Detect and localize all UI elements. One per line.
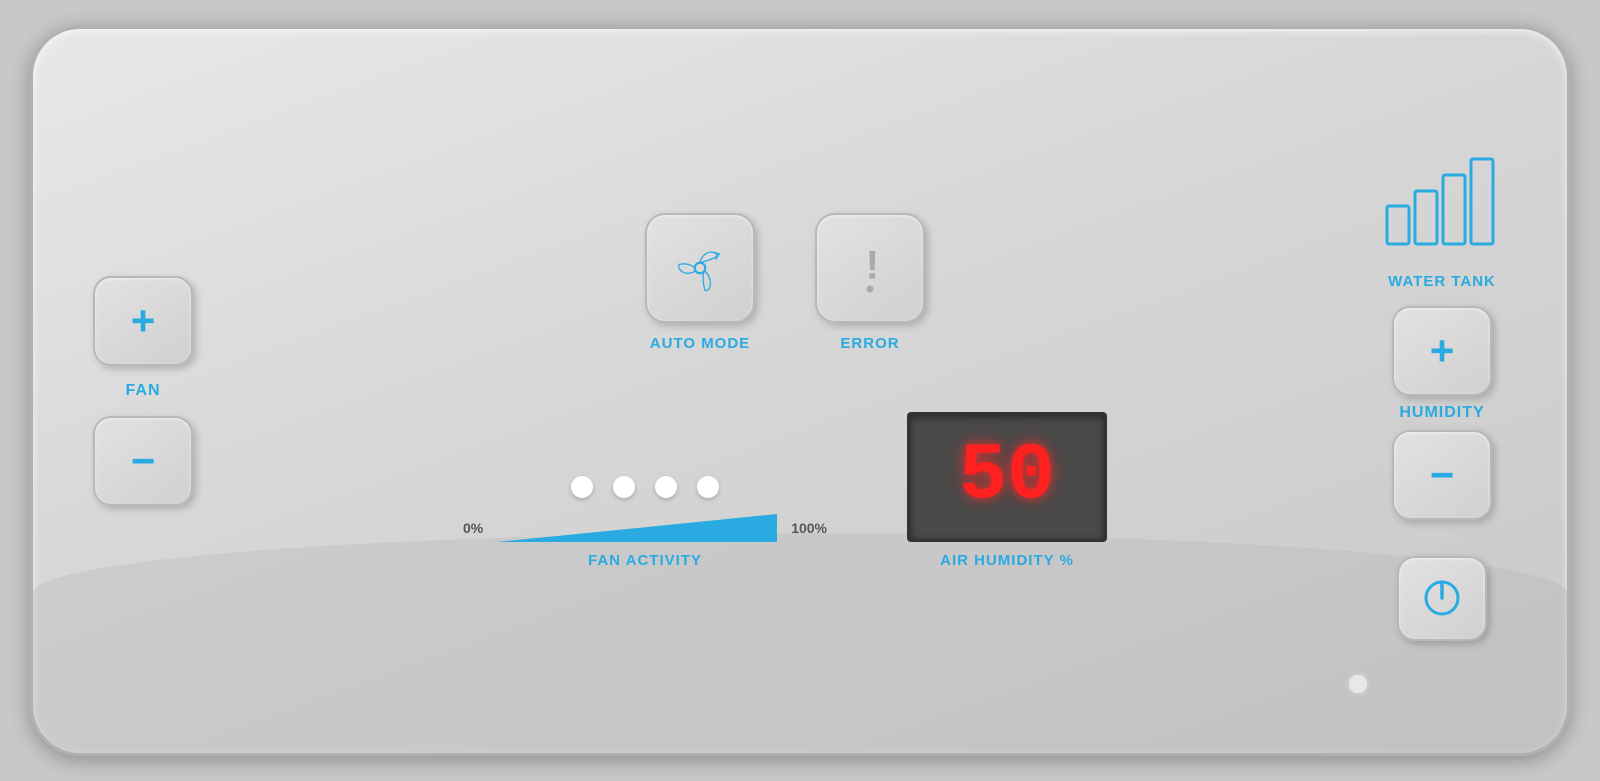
fan-bar-container: 0% 100% xyxy=(463,514,827,542)
humidity-value: 50 xyxy=(959,437,1055,517)
humidity-plus-button[interactable]: + xyxy=(1392,306,1492,396)
water-tank-icon xyxy=(1377,141,1507,261)
auto-mode-label: AUTO MODE xyxy=(650,335,750,352)
water-tank-section: WATER TANK xyxy=(1377,141,1507,290)
svg-text:!: ! xyxy=(866,242,879,287)
fan-icon xyxy=(665,233,735,303)
fan-plus-button[interactable]: + xyxy=(93,276,193,366)
power-button[interactable] xyxy=(1397,556,1487,641)
error-icon: ! xyxy=(815,213,925,323)
fan-bar-min: 0% xyxy=(463,520,483,536)
right-section: WATER TANK + HUMIDITY − xyxy=(1377,141,1507,641)
water-tank-label: WATER TANK xyxy=(1388,273,1496,290)
power-icon xyxy=(1419,575,1465,621)
exclamation-icon: ! xyxy=(835,233,905,303)
center-main: 0% 100% FAN ACTIVITY 50 AIR HUMIDITY % xyxy=(233,392,1337,569)
fan-section: + FAN − xyxy=(93,276,193,506)
control-panel: + FAN − xyxy=(30,26,1570,756)
fan-dot-2 xyxy=(613,476,635,498)
fan-dot-4 xyxy=(697,476,719,498)
humidity-display: 50 xyxy=(907,412,1107,542)
fan-bar-max: 100% xyxy=(791,520,827,536)
humidity-display-section: 50 AIR HUMIDITY % xyxy=(907,412,1107,569)
fan-activity-section: 0% 100% FAN ACTIVITY xyxy=(463,476,827,569)
led-indicator xyxy=(1349,675,1367,693)
center-section: AUTO MODE ! ERROR xyxy=(233,213,1337,569)
auto-mode-indicator: AUTO MODE xyxy=(645,213,755,352)
fan-dots xyxy=(571,476,719,498)
fan-dot-3 xyxy=(655,476,677,498)
air-humidity-label: AIR HUMIDITY % xyxy=(940,552,1074,569)
humidity-section-label: HUMIDITY xyxy=(1399,404,1484,422)
error-label: ERROR xyxy=(840,335,899,352)
fan-activity-label: FAN ACTIVITY xyxy=(588,552,702,569)
humidity-minus-button[interactable]: − xyxy=(1392,430,1492,520)
fan-activity-bar xyxy=(497,514,777,542)
fan-minus-button[interactable]: − xyxy=(93,416,193,506)
error-indicator: ! ERROR xyxy=(815,213,925,352)
water-tank-bars-icon xyxy=(1377,151,1507,251)
humidity-controls: + HUMIDITY − xyxy=(1392,306,1492,520)
top-indicators: AUTO MODE ! ERROR xyxy=(645,213,925,352)
fan-dot-1 xyxy=(571,476,593,498)
auto-mode-icon xyxy=(645,213,755,323)
fan-label: FAN xyxy=(126,382,161,400)
